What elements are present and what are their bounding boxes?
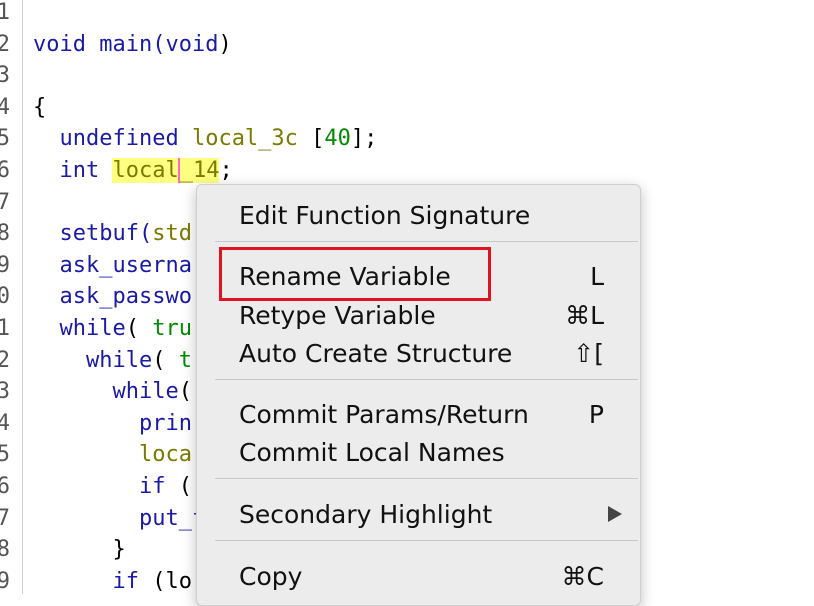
line-number: 2 — [0, 31, 10, 57]
code-text[interactable]: { — [33, 92, 46, 124]
code-token[interactable]: ]; — [351, 126, 378, 151]
menu-item-label: Edit Function Signature — [239, 201, 531, 230]
menu-item-commit-local-names[interactable]: Commit Local Names — [197, 432, 640, 470]
code-token[interactable]: ; — [219, 158, 232, 183]
code-text[interactable]: void main(void) — [33, 29, 232, 61]
code-token[interactable]: void — [165, 32, 218, 57]
menu-separator — [215, 379, 638, 380]
code-text[interactable]: loca — [33, 439, 192, 471]
menu-item-shortcut: ⇧[ — [573, 339, 604, 368]
code-token[interactable]: ( — [179, 474, 192, 499]
line-number: 4 — [0, 410, 10, 436]
line-number: 5 — [0, 442, 10, 468]
line-number: 2 — [0, 347, 10, 373]
code-token[interactable]: } — [33, 537, 125, 562]
menu-item-label: Commit Params/Return — [239, 400, 529, 429]
menu-separator — [215, 241, 638, 242]
code-token[interactable]: int — [33, 158, 112, 183]
menu-item-shortcut: L — [590, 262, 604, 291]
code-token[interactable]: ask_userna — [33, 253, 191, 278]
code-text[interactable]: ask_passwo — [33, 281, 191, 313]
code-token[interactable]: while — [33, 379, 178, 404]
code-token[interactable]: local_3c — [192, 126, 298, 151]
code-token[interactable]: ) — [218, 32, 231, 57]
menu-item-label: Retype Variable — [239, 301, 436, 330]
code-token[interactable]: ask_passwo — [33, 284, 191, 309]
code-token[interactable]: if — [33, 474, 179, 499]
code-token[interactable]: _14 — [177, 158, 220, 183]
code-token[interactable]: setbuf( — [33, 221, 152, 246]
menu-item-secondary-highlight[interactable]: Secondary Highlight — [197, 494, 640, 532]
code-token[interactable]: ( — [126, 316, 153, 341]
menu-item-label: Secondary Highlight — [239, 500, 493, 529]
code-text[interactable]: if ( — [33, 471, 192, 503]
line-number: 3 — [0, 379, 10, 405]
menu-item-label: Auto Create Structure — [239, 339, 513, 368]
line-number: 8 — [0, 537, 10, 563]
menu-item-label: Copy — [239, 562, 303, 591]
rename-variable-highlight-box — [219, 247, 491, 301]
code-text[interactable]: while( tru — [33, 313, 192, 345]
menu-item-edit-function-signature[interactable]: Edit Function Signature — [197, 195, 640, 233]
menu-item-commit-params-return[interactable]: Commit Params/Return P — [197, 394, 640, 432]
chevron-right-icon — [608, 506, 622, 522]
line-number: 8 — [0, 221, 10, 247]
code-text[interactable]: undefined local_3c [40]; — [33, 123, 377, 155]
menu-item-shortcut: P — [588, 400, 604, 429]
code-text[interactable]: if (lo — [33, 566, 192, 598]
code-token[interactable]: loca — [33, 442, 192, 467]
code-token[interactable]: tru — [152, 316, 192, 341]
line-number: 9 — [0, 568, 10, 594]
menu-item-auto-create-structure[interactable]: Auto Create Structure ⇧[ — [197, 333, 640, 371]
code-token[interactable]: (lo — [152, 569, 192, 594]
code-text[interactable]: } — [33, 534, 125, 566]
line-number: 4 — [0, 94, 10, 120]
code-text[interactable]: ask_userna — [33, 250, 191, 282]
code-token[interactable]: ( — [179, 379, 192, 404]
code-token[interactable]: ( — [152, 348, 179, 373]
menu-item-shortcut: ⌘C — [561, 562, 604, 591]
code-token[interactable]: [ — [298, 126, 324, 151]
menu-separator — [215, 478, 638, 479]
code-token[interactable]: undefined — [33, 126, 192, 151]
menu-item-label: Commit Local Names — [239, 438, 505, 467]
code-text[interactable]: while( — [33, 376, 192, 408]
line-number: 3 — [0, 63, 10, 89]
code-token[interactable]: put_f — [33, 506, 205, 531]
code-token[interactable]: local — [112, 158, 179, 183]
code-token[interactable]: if — [33, 569, 152, 594]
code-text[interactable]: int local_14; — [33, 155, 233, 187]
code-token[interactable]: while — [33, 348, 152, 373]
code-token[interactable]: while — [33, 316, 125, 341]
code-text[interactable]: setbuf(std — [33, 218, 192, 250]
code-token[interactable]: main( — [86, 32, 165, 57]
code-token[interactable]: std — [152, 221, 192, 246]
line-number: 6 — [0, 158, 10, 183]
line-number: 7 — [0, 189, 10, 215]
line-number: 9 — [0, 252, 10, 278]
line-number: 6 — [0, 474, 10, 499]
line-number: 1 — [0, 0, 10, 25]
menu-item-copy[interactable]: Copy ⌘C — [197, 556, 640, 594]
code-text[interactable]: put_f — [33, 503, 205, 535]
menu-separator — [215, 540, 638, 541]
line-number: 1 — [0, 316, 10, 341]
code-text[interactable]: while( t — [33, 345, 192, 377]
code-token[interactable]: prin — [33, 411, 192, 436]
line-number: 0 — [0, 284, 10, 310]
code-token[interactable]: { — [33, 95, 46, 120]
code-token[interactable]: t — [179, 348, 192, 373]
code-token[interactable]: void — [33, 32, 86, 57]
menu-item-shortcut: ⌘L — [565, 301, 604, 330]
line-number: 7 — [0, 505, 10, 531]
code-text[interactable]: prin — [33, 408, 192, 440]
line-number: 5 — [0, 126, 10, 152]
code-token[interactable]: 40 — [324, 126, 351, 151]
